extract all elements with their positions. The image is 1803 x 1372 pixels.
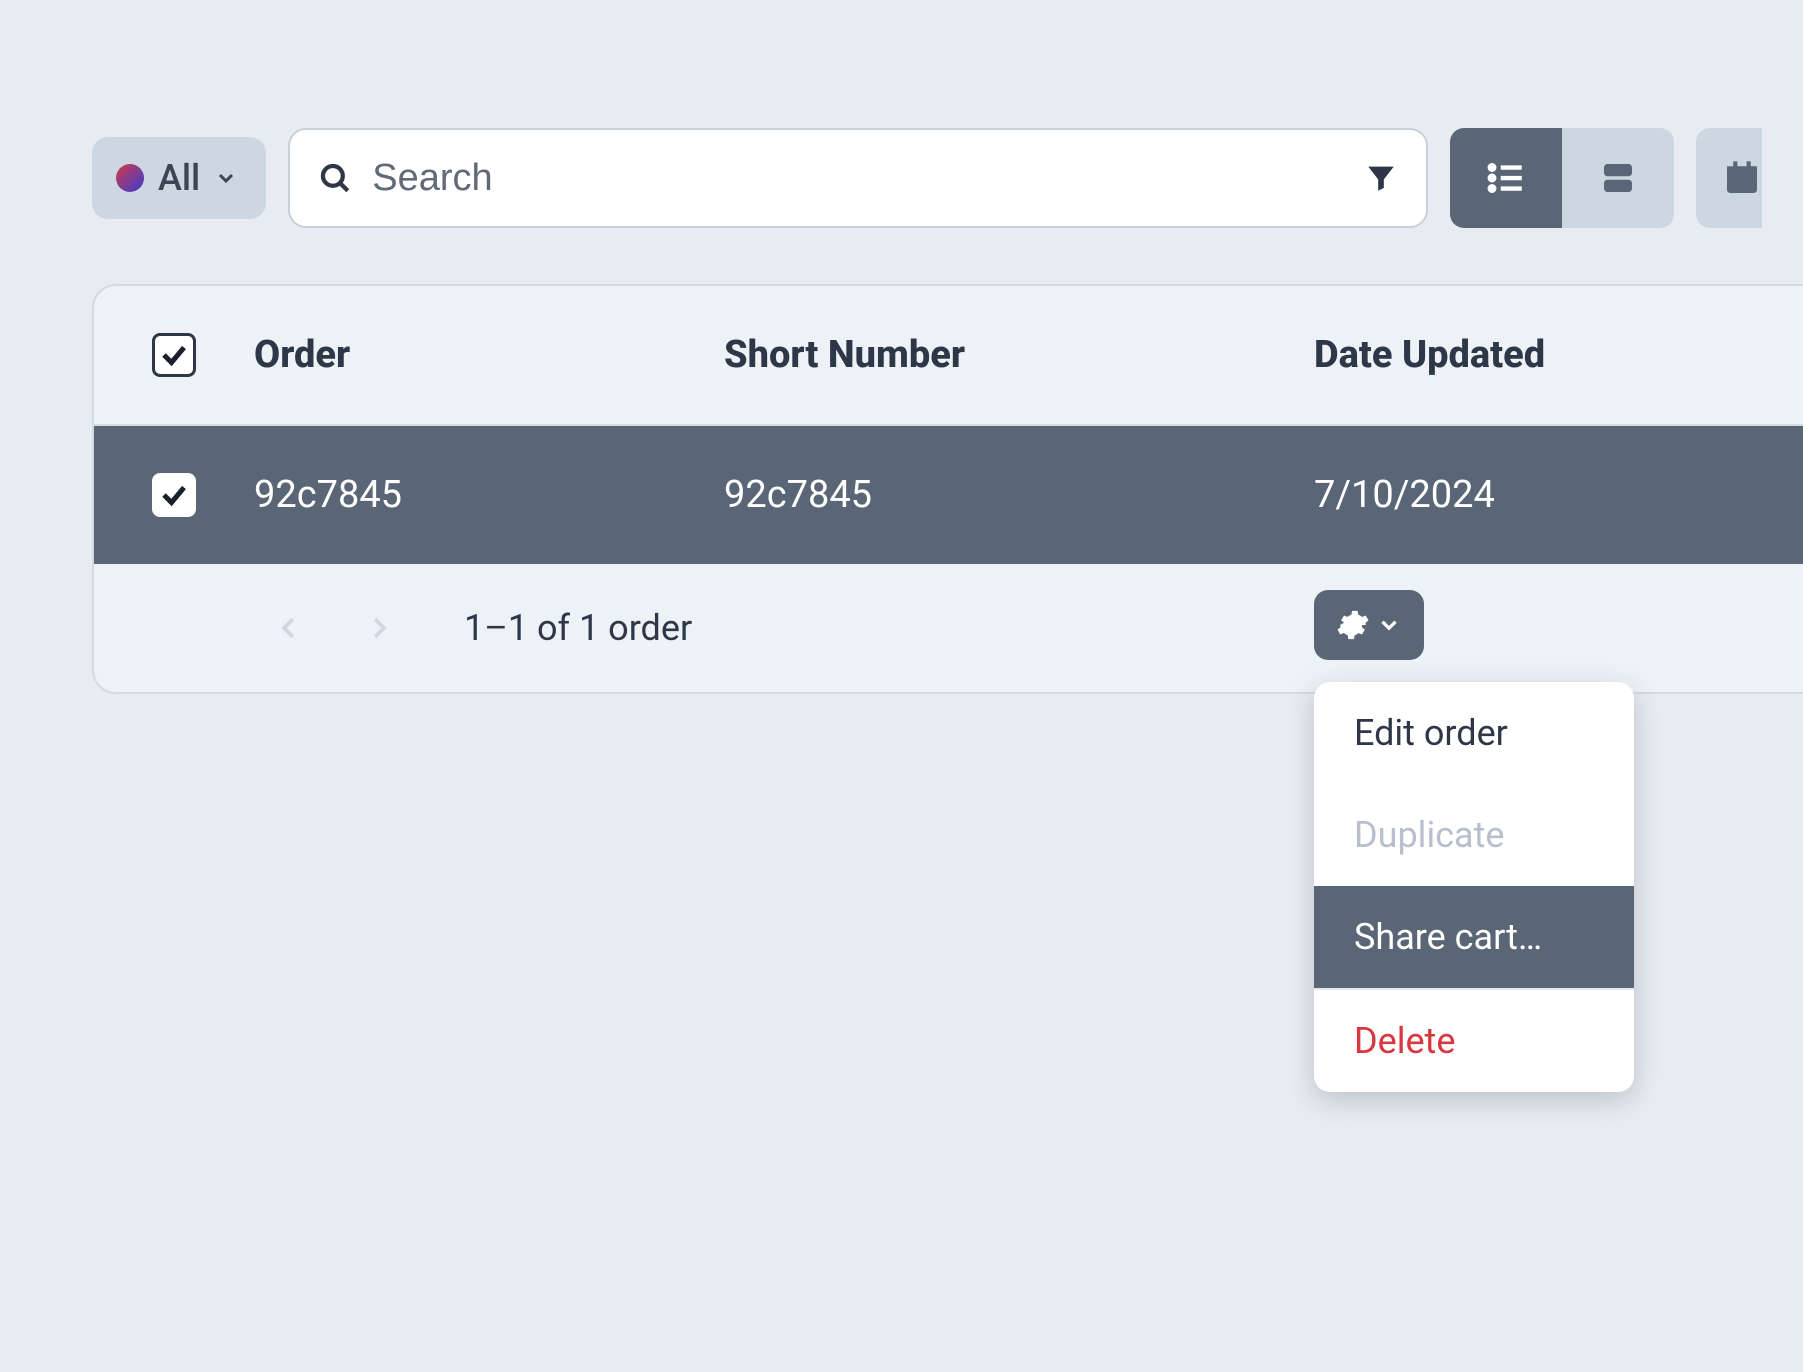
check-icon: [159, 480, 189, 510]
list-icon: [1485, 157, 1527, 199]
table-row[interactable]: 92c7845 92c7845 7/10/2024: [94, 426, 1803, 564]
search-field[interactable]: [288, 128, 1428, 228]
filter-label: All: [158, 157, 200, 199]
row-checkbox[interactable]: [152, 473, 196, 517]
list-view-button[interactable]: [1450, 128, 1562, 228]
menu-item-duplicate: Duplicate: [1314, 784, 1634, 886]
pager: 1–1 of 1 order: [94, 607, 692, 649]
chevron-down-icon: [214, 166, 238, 190]
search-icon: [318, 161, 352, 195]
search-input[interactable]: [372, 157, 1364, 200]
menu-item-share-cart[interactable]: Share cart…: [1314, 886, 1634, 988]
card-view-button[interactable]: [1562, 128, 1674, 228]
filter-dropdown[interactable]: All: [92, 137, 266, 219]
calendar-icon: [1722, 157, 1762, 199]
check-icon: [159, 340, 189, 370]
pager-next-icon[interactable]: [364, 613, 394, 643]
cell-order: 92c7845: [254, 473, 724, 517]
column-header-short-number[interactable]: Short Number: [724, 333, 1314, 377]
card-icon: [1597, 157, 1639, 199]
pager-prev-icon[interactable]: [274, 613, 304, 643]
cell-date-updated: 7/10/2024: [1314, 473, 1803, 517]
cell-short-number: 92c7845: [724, 473, 1314, 517]
row-actions-button[interactable]: [1314, 590, 1424, 660]
select-all-checkbox[interactable]: [152, 333, 196, 377]
menu-item-edit-order[interactable]: Edit order: [1314, 682, 1634, 784]
pager-text: 1–1 of 1 order: [464, 607, 692, 649]
table-header: Order Short Number Date Updated: [94, 286, 1803, 426]
view-toggle-group: [1450, 128, 1674, 228]
funnel-filter-icon[interactable]: [1364, 161, 1398, 195]
column-header-date-updated[interactable]: Date Updated: [1314, 333, 1803, 377]
gradient-dot-icon: [116, 164, 144, 192]
table-footer: 1–1 of 1 order Edit order Duplicate Shar…: [94, 564, 1803, 692]
calendar-view-button[interactable]: [1696, 128, 1762, 228]
column-header-order[interactable]: Order: [254, 333, 724, 377]
gear-icon: [1336, 608, 1370, 642]
orders-table-panel: Order Short Number Date Updated 92c7845 …: [92, 284, 1803, 694]
menu-item-delete[interactable]: Delete: [1314, 990, 1634, 1092]
chevron-down-icon: [1376, 612, 1402, 638]
row-actions-menu: Edit order Duplicate Share cart… Delete: [1314, 682, 1634, 1092]
